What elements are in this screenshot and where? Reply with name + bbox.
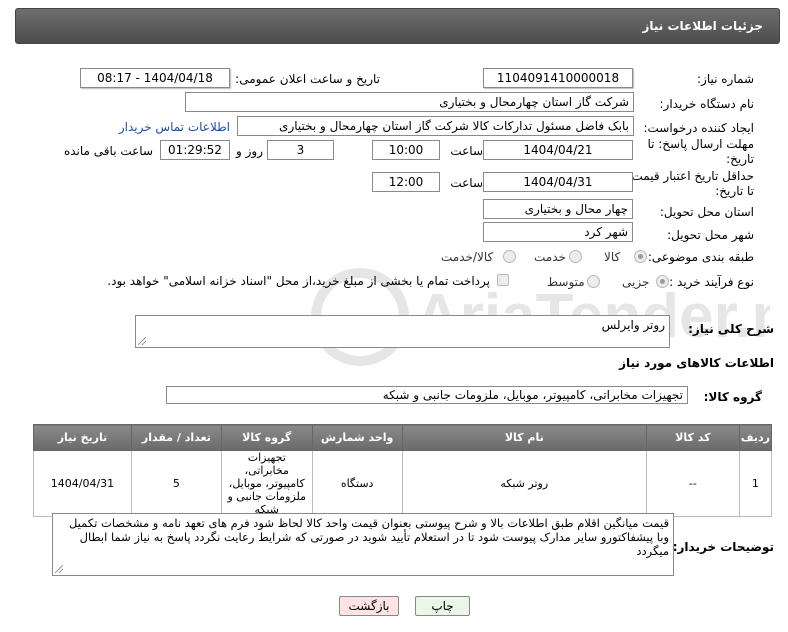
page-title: جزئیات اطلاعات نیاز <box>642 19 763 33</box>
col-header-unit: واحد شمارش <box>311 424 403 451</box>
col-header-quantity: تعداد / مقدار <box>130 424 222 451</box>
price-validity-label-2: تا تاریخ: <box>715 184 754 198</box>
back-button[interactable]: بازگشت <box>339 596 399 616</box>
col-header-row-number: ردیف <box>738 424 773 451</box>
table-row: 1 -- روتر شبکه دستگاه تجهیزات مخابراتی، … <box>33 450 773 517</box>
purchase-radio-minor[interactable] <box>656 275 669 288</box>
cell-goods-group: تجهیزات مخابراتی، کامپیوتر، موبایل، ملزو… <box>220 450 313 517</box>
col-header-goods-code: کد کالا <box>645 424 740 451</box>
cell-goods-name: روتر شبکه <box>401 450 647 517</box>
print-button[interactable]: چاپ <box>415 596 470 616</box>
delivery-province-label: استان محل تحویل: <box>659 205 754 219</box>
treasury-payment-note: پرداخت تمام یا بخشی از مبلغ خرید،از محل … <box>107 274 490 288</box>
buyer-org-label: نام دستگاه خریدار: <box>659 97 755 111</box>
announce-datetime-label: تاریخ و ساعت اعلان عمومی: <box>235 72 380 86</box>
category-radio-service[interactable] <box>569 250 582 263</box>
cell-need-date: 1404/04/31 <box>33 450 132 517</box>
requester-field: بابک فاضل مسئول تدارکات کالا شرکت گاز اس… <box>237 116 634 136</box>
reply-days-field: 3 <box>267 140 334 160</box>
purchase-option-medium: متوسط <box>547 275 585 289</box>
need-number-label: شماره نیاز: <box>697 72 754 86</box>
reply-deadline-label-2: تاریخ: <box>726 152 754 166</box>
delivery-province-field: چهار محال و بختیاری <box>483 199 633 219</box>
announce-datetime-field: 1404/04/18 - 08:17 <box>80 68 230 88</box>
reply-days-label: روز و <box>236 144 263 158</box>
resize-grip-icon[interactable] <box>138 337 146 345</box>
remaining-time-field: 01:29:52 <box>160 140 230 160</box>
price-validity-date: 1404/04/31 <box>483 172 633 192</box>
col-header-goods-group: گروه کالا <box>220 424 313 451</box>
items-table: ردیف کد کالا نام کالا واحد شمارش گروه کا… <box>33 424 773 517</box>
cell-goods-code: -- <box>645 450 740 517</box>
cell-row-number: 1 <box>738 450 773 517</box>
category-option-service: خدمت <box>534 250 566 264</box>
purchase-type-label: نوع فرآیند خرید : <box>669 275 754 289</box>
buyer-contact-link[interactable]: اطلاعات تماس خریدار <box>119 120 230 134</box>
price-validity-label: حداقل تاریخ اعتبار قیمت: <box>627 169 754 183</box>
reply-deadline-date: 1404/04/21 <box>483 140 633 160</box>
goods-group-label: گروه کالا: <box>703 390 762 404</box>
reply-time-label: ساعت <box>450 144 483 158</box>
goods-section-title: اطلاعات کالاهای مورد نیاز <box>619 356 774 370</box>
delivery-city-label: شهر محل تحویل: <box>667 228 754 242</box>
category-label: طبقه بندی موضوعی: <box>647 250 754 264</box>
buyer-notes-text: قیمت میانگین اقلام طبق اطلاعات بالا و شر… <box>68 516 669 558</box>
need-number-field: 1104091410000018 <box>483 68 633 88</box>
buyer-notes-label: توضیحات خریدار: <box>672 540 774 554</box>
purchase-radio-medium[interactable] <box>587 275 600 288</box>
category-radio-goods-service[interactable] <box>503 250 516 263</box>
remaining-time-label: ساعت باقی مانده <box>63 144 153 158</box>
summary-label: شرح کلی نیاز: <box>688 322 774 336</box>
purchase-option-minor: جزیی <box>622 275 650 289</box>
reply-deadline-label: مهلت ارسال پاسخ: تا <box>647 137 754 151</box>
buyer-notes-field[interactable]: قیمت میانگین اقلام طبق اطلاعات بالا و شر… <box>52 513 674 576</box>
price-validity-time-label: ساعت <box>450 176 483 190</box>
col-header-need-date: تاریخ نیاز <box>33 424 132 451</box>
col-header-goods-name: نام کالا <box>401 424 647 451</box>
category-option-goods: کالا <box>604 250 621 264</box>
table-header-row: ردیف کد کالا نام کالا واحد شمارش گروه کا… <box>33 424 773 451</box>
summary-text: روتر وایرلس <box>601 318 665 332</box>
treasury-payment-checkbox[interactable] <box>497 274 509 286</box>
price-validity-time: 12:00 <box>372 172 440 192</box>
resize-grip-icon[interactable] <box>55 565 63 573</box>
goods-group-field: تجهیزات مخابراتی، کامپیوتر، موبایل، ملزو… <box>166 386 688 404</box>
buyer-org-field: شرکت گاز استان چهارمحال و بختیاری <box>185 92 634 112</box>
category-radio-goods[interactable] <box>634 250 647 263</box>
cell-unit: دستگاه <box>311 450 403 517</box>
delivery-city-field: شهر کرد <box>483 222 633 242</box>
summary-field[interactable]: روتر وایرلس <box>135 315 670 348</box>
reply-deadline-time: 10:00 <box>372 140 440 160</box>
requester-label: ایجاد کننده درخواست: <box>643 121 754 135</box>
cell-quantity: 5 <box>130 450 222 517</box>
category-option-goods-service: کالا/خدمت <box>441 250 494 264</box>
header-bar: جزئیات اطلاعات نیاز <box>15 8 780 44</box>
